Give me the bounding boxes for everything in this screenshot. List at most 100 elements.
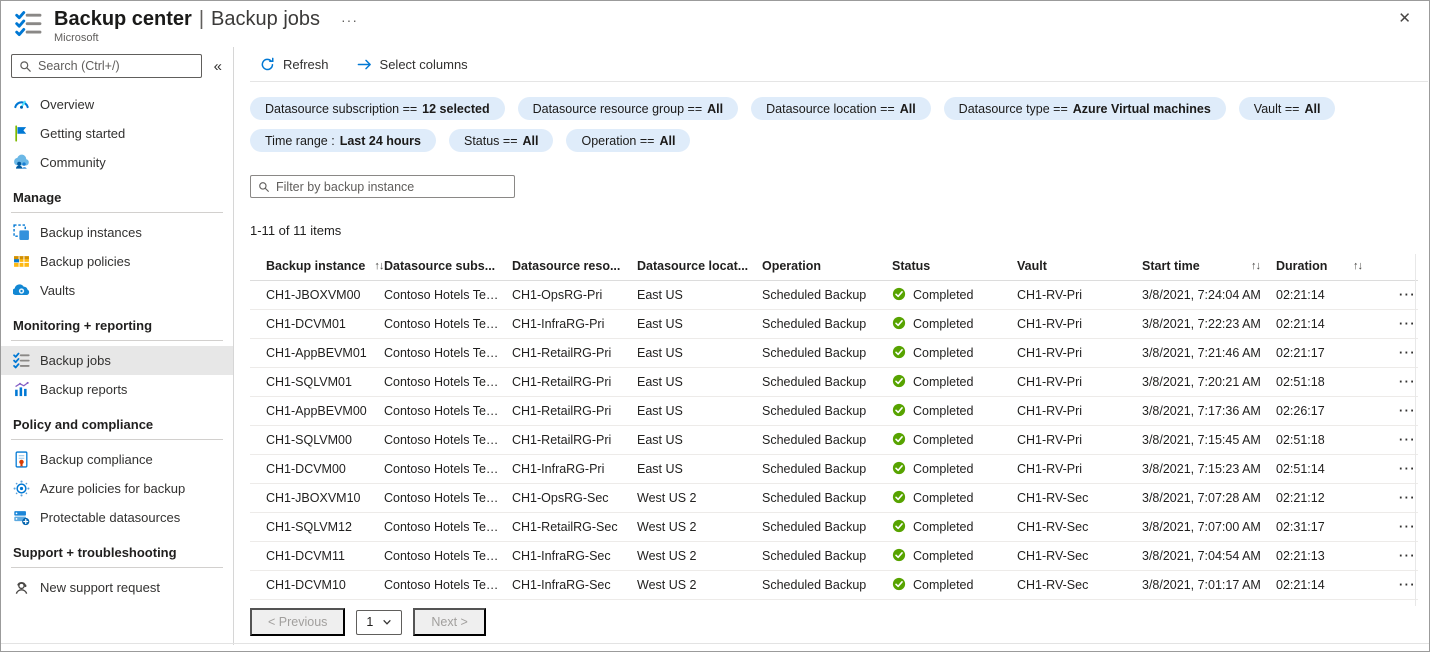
- filter-pill-label: Operation ==: [581, 133, 655, 148]
- cell-duration: 02:21:14: [1276, 578, 1325, 592]
- column-header-datasource-reso[interactable]: Datasource reso...: [512, 259, 637, 273]
- sidebar-item-azure-policies-for-backup[interactable]: Azure policies for backup: [1, 474, 233, 503]
- table-row[interactable]: CH1-JBOXVM10 Contoso Hotels Tena... CH1-Op…: [250, 484, 1418, 513]
- page-number-value: 1: [366, 615, 374, 629]
- cell-operation: Scheduled Backup: [762, 317, 867, 331]
- next-page-button[interactable]: Next >: [413, 608, 486, 636]
- sidebar-item-backup-jobs[interactable]: Backup jobs: [1, 346, 233, 375]
- filter-pill-vault[interactable]: Vault == All: [1238, 97, 1336, 120]
- close-icon[interactable]: ✕: [1398, 9, 1411, 27]
- sidebar-item-overview[interactable]: Overview: [1, 90, 233, 119]
- status-label: Completed: [913, 404, 974, 418]
- sidebar-item-community[interactable]: Community: [1, 148, 233, 177]
- column-header-datasource-locat[interactable]: Datasource locat...: [637, 259, 762, 273]
- sidebar-section-label: Monitoring + reporting: [13, 318, 153, 333]
- row-actions-button[interactable]: ···: [1378, 462, 1418, 476]
- sidebar-item-label: Backup instances: [40, 225, 142, 240]
- cell-status: Completed: [892, 287, 1017, 304]
- cell-instance: CH1-JBOXVM10: [266, 491, 361, 505]
- status-label: Completed: [913, 491, 974, 505]
- row-actions-button[interactable]: ···: [1378, 375, 1418, 389]
- row-actions-button[interactable]: ···: [1378, 288, 1418, 302]
- filter-pill-value: All: [899, 101, 916, 116]
- sidebar: « Overview Getting started Community Manage…: [1, 47, 234, 645]
- row-actions-button[interactable]: ···: [1378, 404, 1418, 418]
- column-header-duration[interactable]: Duration ↑↓: [1276, 259, 1378, 273]
- table-row[interactable]: CH1-DCVM01 Contoso Hotels Tena... CH1-Infr…: [250, 310, 1418, 339]
- column-header-vault[interactable]: Vault: [1017, 259, 1142, 273]
- sidebar-item-vaults[interactable]: Vaults: [1, 276, 233, 305]
- table-row[interactable]: CH1-SQLVM12 Contoso Hotels Tena... CH1-Ret…: [250, 513, 1418, 542]
- table-scrollbar[interactable]: [1415, 254, 1416, 606]
- filter-pill-label: Time range :: [265, 133, 335, 148]
- cell-status: Completed: [892, 374, 1017, 391]
- backup-instance-filter-input[interactable]: [276, 179, 507, 194]
- table-row[interactable]: CH1-SQLVM00 Contoso Hotels Tena... CH1-Ret…: [250, 426, 1418, 455]
- status-completed-icon: [892, 374, 906, 391]
- table-row[interactable]: CH1-AppBEVM00 Contoso Hotels Tena... CH1-R…: [250, 397, 1418, 426]
- column-header-status[interactable]: Status: [892, 259, 1017, 273]
- cell-subscription: Contoso Hotels Tena...: [384, 346, 511, 360]
- column-header-label: Datasource locat...: [637, 258, 749, 273]
- sidebar-search[interactable]: [11, 54, 202, 78]
- sidebar-item-backup-instances[interactable]: Backup instances: [1, 218, 233, 247]
- row-actions-button[interactable]: ···: [1378, 549, 1418, 563]
- cell-location: West US 2: [637, 520, 697, 534]
- select-columns-button[interactable]: Select columns: [357, 57, 468, 72]
- filter-pill-datasource-type[interactable]: Datasource type == Azure Virtual machines: [943, 97, 1226, 120]
- more-menu-icon[interactable]: ···: [341, 12, 358, 28]
- column-header-label: Backup instance: [266, 258, 366, 273]
- cell-start_time: 3/8/2021, 7:21:46 AM: [1142, 346, 1261, 360]
- row-actions-button[interactable]: ···: [1378, 346, 1418, 360]
- filter-pill-datasource-resource-group[interactable]: Datasource resource group == All: [517, 97, 739, 120]
- cell-instance: CH1-SQLVM01: [266, 375, 352, 389]
- cell-vault: CH1-RV-Sec: [1017, 578, 1089, 592]
- cell-subscription: Contoso Hotels Tena...: [384, 317, 511, 331]
- sidebar-item-backup-reports[interactable]: Backup reports: [1, 375, 233, 404]
- filter-pill-datasource-subscription[interactable]: Datasource subscription == 12 selected: [250, 97, 505, 120]
- sidebar-item-protectable-datasources[interactable]: Protectable datasources: [1, 503, 233, 532]
- overview-icon: [13, 96, 30, 113]
- backup-jobs-table: Backup instance ↑↓ Datasource subs... Datas…: [250, 251, 1418, 600]
- cell-resource_group: CH1-RetailRG-Pri: [512, 375, 612, 389]
- column-header-datasource-subs[interactable]: Datasource subs...: [384, 259, 512, 273]
- row-actions-button[interactable]: ···: [1378, 491, 1418, 505]
- table-row[interactable]: CH1-JBOXVM00 Contoso Hotels Tena... CH1-Op…: [250, 281, 1418, 310]
- page-number-select[interactable]: 1: [356, 609, 403, 635]
- column-header-label: Operation: [762, 258, 822, 273]
- row-actions-button[interactable]: ···: [1378, 433, 1418, 447]
- sidebar-item-backup-compliance[interactable]: Backup compliance: [1, 445, 233, 474]
- column-header-start-time[interactable]: Start time ↑↓: [1142, 259, 1276, 273]
- filter-pill-status[interactable]: Status == All: [448, 129, 554, 152]
- filter-pill-time-range[interactable]: Time range : Last 24 hours: [250, 129, 436, 152]
- sidebar-item-backup-policies[interactable]: Backup policies: [1, 247, 233, 276]
- status-completed-icon: [892, 432, 906, 449]
- sidebar-item-new-support-request[interactable]: New support request: [1, 573, 233, 602]
- column-header-operation[interactable]: Operation: [762, 259, 892, 273]
- cell-status: Completed: [892, 403, 1017, 420]
- table-row[interactable]: CH1-SQLVM01 Contoso Hotels Tena... CH1-Ret…: [250, 368, 1418, 397]
- items-count: 1-11 of 11 items: [250, 223, 342, 238]
- table-row[interactable]: CH1-DCVM10 Contoso Hotels Tena... CH1-Infr…: [250, 571, 1418, 600]
- row-actions-button[interactable]: ···: [1378, 578, 1418, 592]
- cell-status: Completed: [892, 519, 1017, 536]
- sidebar-search-input[interactable]: [38, 59, 194, 73]
- filter-pill-operation[interactable]: Operation == All: [566, 129, 691, 152]
- row-actions-button[interactable]: ···: [1378, 520, 1418, 534]
- collapse-sidebar-button[interactable]: «: [211, 58, 225, 75]
- filter-pill-datasource-location[interactable]: Datasource location == All: [751, 97, 931, 120]
- page-subtitle: Backup jobs: [211, 8, 321, 30]
- previous-page-button[interactable]: < Previous: [250, 608, 346, 636]
- cell-location: West US 2: [637, 491, 697, 505]
- row-actions-button[interactable]: ···: [1378, 317, 1418, 331]
- table-row[interactable]: CH1-DCVM11 Contoso Hotels Tena... CH1-Infr…: [250, 542, 1418, 571]
- table-row[interactable]: CH1-DCVM00 Contoso Hotels Tena... CH1-Infr…: [250, 455, 1418, 484]
- refresh-button[interactable]: Refresh: [260, 57, 329, 72]
- table-row[interactable]: CH1-AppBEVM01 Contoso Hotels Tena... CH1-R…: [250, 339, 1418, 368]
- sidebar-item-getting-started[interactable]: Getting started: [1, 119, 233, 148]
- cell-operation: Scheduled Backup: [762, 346, 867, 360]
- column-header-backup-instance[interactable]: Backup instance ↑↓: [266, 259, 384, 273]
- backup-instance-filter[interactable]: [250, 175, 515, 198]
- sidebar-item-label: Azure policies for backup: [40, 481, 186, 496]
- cell-start_time: 3/8/2021, 7:04:54 AM: [1142, 549, 1261, 563]
